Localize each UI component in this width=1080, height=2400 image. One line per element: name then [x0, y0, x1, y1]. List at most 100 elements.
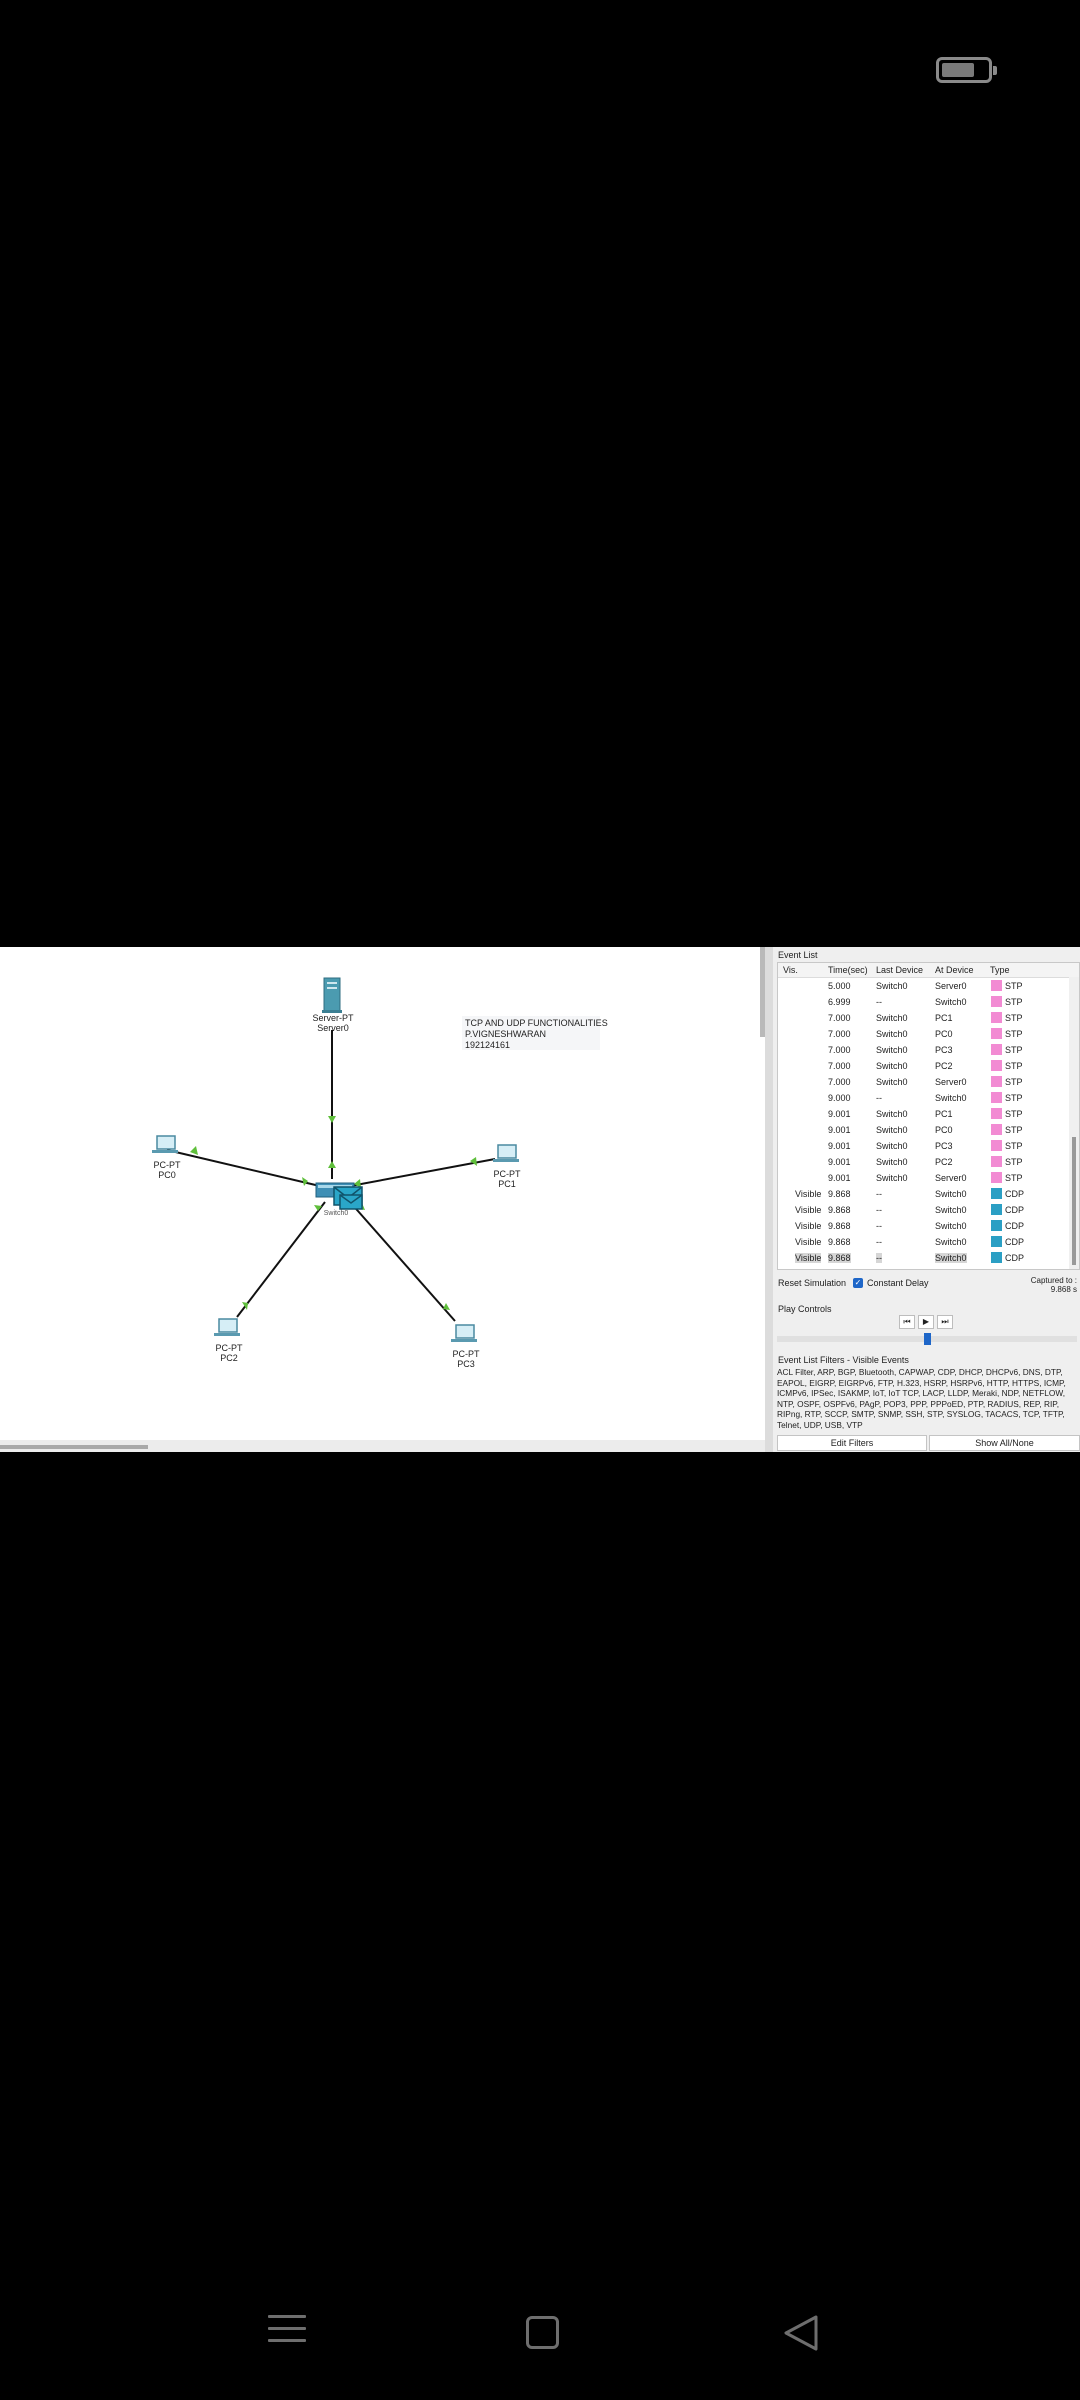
event-last-device: Switch0 — [876, 1173, 908, 1183]
menu-nav-icon[interactable] — [268, 2315, 306, 2351]
event-type: STP — [1005, 1061, 1023, 1071]
event-last-device: Switch0 — [876, 981, 908, 991]
event-vis: Visible — [795, 1221, 822, 1231]
event-type: STP — [1005, 1109, 1023, 1119]
event-row[interactable]: 5.000 Switch0 Server0 STP — [778, 978, 1068, 994]
event-row[interactable]: Visible 9.868 -- Switch0 CDP — [778, 1234, 1068, 1250]
event-last-device: -- — [876, 1093, 882, 1103]
event-at-device: Switch0 — [935, 1221, 967, 1231]
event-type-color-swatch — [991, 1012, 1002, 1023]
event-type-color-swatch — [991, 1076, 1002, 1087]
event-at-device: Server0 — [935, 981, 967, 991]
col-time[interactable]: Time(sec) — [828, 965, 868, 975]
switch0-label: Switch0 — [323, 1210, 349, 1217]
event-last-device: Switch0 — [876, 1077, 908, 1087]
event-time: 7.000 — [828, 1061, 851, 1071]
event-last-device: Switch0 — [876, 1061, 908, 1071]
col-at-device[interactable]: At Device — [935, 965, 974, 975]
event-type: STP — [1005, 1141, 1023, 1151]
col-vis[interactable]: Vis. — [783, 965, 798, 975]
event-row[interactable]: 9.001 Switch0 PC3 STP — [778, 1138, 1068, 1154]
event-row[interactable]: 7.000 Switch0 PC1 STP — [778, 1010, 1068, 1026]
event-last-device: Switch0 — [876, 1045, 908, 1055]
event-type: CDP — [1005, 1205, 1025, 1215]
simulation-options: Reset Simulation ✓ Constant Delay Captur… — [773, 1274, 1080, 1296]
event-time: 5.000 — [828, 981, 851, 991]
event-time: 9.868 — [828, 1237, 851, 1247]
event-at-device: PC1 — [935, 1109, 953, 1119]
link-pc1 — [344, 1158, 496, 1188]
event-type-color-swatch — [991, 1108, 1002, 1119]
event-row[interactable]: Visible 9.868 -- Switch0 CDP — [778, 1186, 1068, 1202]
event-at-device: PC3 — [935, 1141, 953, 1151]
event-last-device: Switch0 — [876, 1125, 908, 1135]
edit-filters-button[interactable]: Edit Filters — [777, 1435, 927, 1451]
event-type-color-swatch — [991, 1172, 1002, 1183]
event-row[interactable]: 9.001 Switch0 PC1 STP — [778, 1106, 1068, 1122]
event-vis: Visible — [795, 1189, 822, 1199]
event-time: 9.868 — [828, 1253, 851, 1263]
event-row[interactable]: 9.001 Switch0 PC2 STP — [778, 1154, 1068, 1170]
play-controls: ⏮ ▶ ⏭ — [899, 1315, 953, 1329]
event-row[interactable]: Visible 9.868 -- Switch0 CDP — [778, 1250, 1068, 1266]
reset-simulation-button[interactable]: Reset Simulation — [778, 1278, 846, 1288]
constant-delay-checkbox[interactable]: ✓ — [853, 1278, 863, 1288]
event-row[interactable]: 7.000 Switch0 PC2 STP — [778, 1058, 1068, 1074]
event-last-device: Switch0 — [876, 1109, 908, 1119]
pc0-label: PC-PT PC0 — [153, 1160, 181, 1180]
event-row[interactable]: Visible 9.868 -- Switch0 CDP — [778, 1218, 1068, 1234]
back-nav-icon[interactable] — [782, 2313, 822, 2353]
event-time: 6.999 — [828, 997, 851, 1007]
event-time: 9.868 — [828, 1221, 851, 1231]
event-at-device: PC0 — [935, 1029, 953, 1039]
event-row[interactable]: 7.000 Switch0 PC3 STP — [778, 1042, 1068, 1058]
workspace-horizontal-scrollbar[interactable] — [0, 1440, 765, 1452]
event-last-device: Switch0 — [876, 1029, 908, 1039]
event-row[interactable]: 6.999 -- Switch0 STP — [778, 994, 1068, 1010]
event-row[interactable]: 7.000 Switch0 Server0 STP — [778, 1074, 1068, 1090]
event-last-device: -- — [876, 1221, 882, 1231]
col-type[interactable]: Type — [990, 965, 1010, 975]
filter-buttons: Edit Filters Show All/None — [777, 1435, 1080, 1451]
event-row[interactable]: 9.001 Switch0 Server0 STP — [778, 1170, 1068, 1186]
event-list-header: Vis. Time(sec) Last Device At Device Typ… — [778, 963, 1079, 978]
constant-delay-label: Constant Delay — [867, 1278, 929, 1288]
event-row[interactable]: Visible 9.868 -- Switch0 CDP — [778, 1202, 1068, 1218]
event-type: STP — [1005, 1045, 1023, 1055]
event-type: CDP — [1005, 1221, 1025, 1231]
event-type: STP — [1005, 1125, 1023, 1135]
event-type-color-swatch — [991, 1092, 1002, 1103]
play-speed-slider-thumb[interactable] — [924, 1333, 931, 1345]
event-at-device: Switch0 — [935, 1237, 967, 1247]
packet-tracer-window: TCP AND UDP FUNCTIONALITIES P.VIGNESHWAR… — [0, 947, 1080, 1452]
play-speed-slider[interactable] — [777, 1333, 1077, 1345]
event-at-device: PC0 — [935, 1125, 953, 1135]
panel-divider[interactable] — [765, 947, 773, 1452]
event-row[interactable]: 7.000 Switch0 PC0 STP — [778, 1026, 1068, 1042]
event-time: 7.000 — [828, 1029, 851, 1039]
filters-list: ACL Filter, ARP, BGP, Bluetooth, CAPWAP,… — [777, 1367, 1066, 1430]
logical-workspace[interactable]: TCP AND UDP FUNCTIONALITIES P.VIGNESHWAR… — [0, 947, 765, 1452]
event-type: STP — [1005, 1077, 1023, 1087]
play-button[interactable]: ▶ — [918, 1315, 934, 1329]
event-at-device: PC3 — [935, 1045, 953, 1055]
event-row[interactable]: 9.000 -- Switch0 STP — [778, 1090, 1068, 1106]
event-vis: Visible — [795, 1205, 822, 1215]
event-last-device: -- — [876, 1189, 882, 1199]
pc3-label: PC-PT PC3 — [452, 1349, 480, 1369]
event-type: STP — [1005, 997, 1023, 1007]
event-list-scrollbar[interactable] — [1069, 977, 1079, 1269]
col-last-device[interactable]: Last Device — [876, 965, 923, 975]
event-at-device: Switch0 — [935, 1205, 967, 1215]
event-type-color-swatch — [991, 1252, 1002, 1263]
show-all-none-button[interactable]: Show All/None — [929, 1435, 1080, 1451]
event-type-color-swatch — [991, 1060, 1002, 1071]
event-at-device: Switch0 — [935, 997, 967, 1007]
event-row[interactable]: 9.001 Switch0 PC0 STP — [778, 1122, 1068, 1138]
server0-icon — [322, 977, 342, 1013]
workspace-note[interactable]: TCP AND UDP FUNCTIONALITIES P.VIGNESHWAR… — [462, 1016, 608, 1050]
forward-button[interactable]: ⏭ — [937, 1315, 953, 1329]
server0-label: Server-PT Server0 — [312, 1013, 354, 1033]
back-button[interactable]: ⏮ — [899, 1315, 915, 1329]
home-nav-icon[interactable] — [526, 2316, 559, 2349]
